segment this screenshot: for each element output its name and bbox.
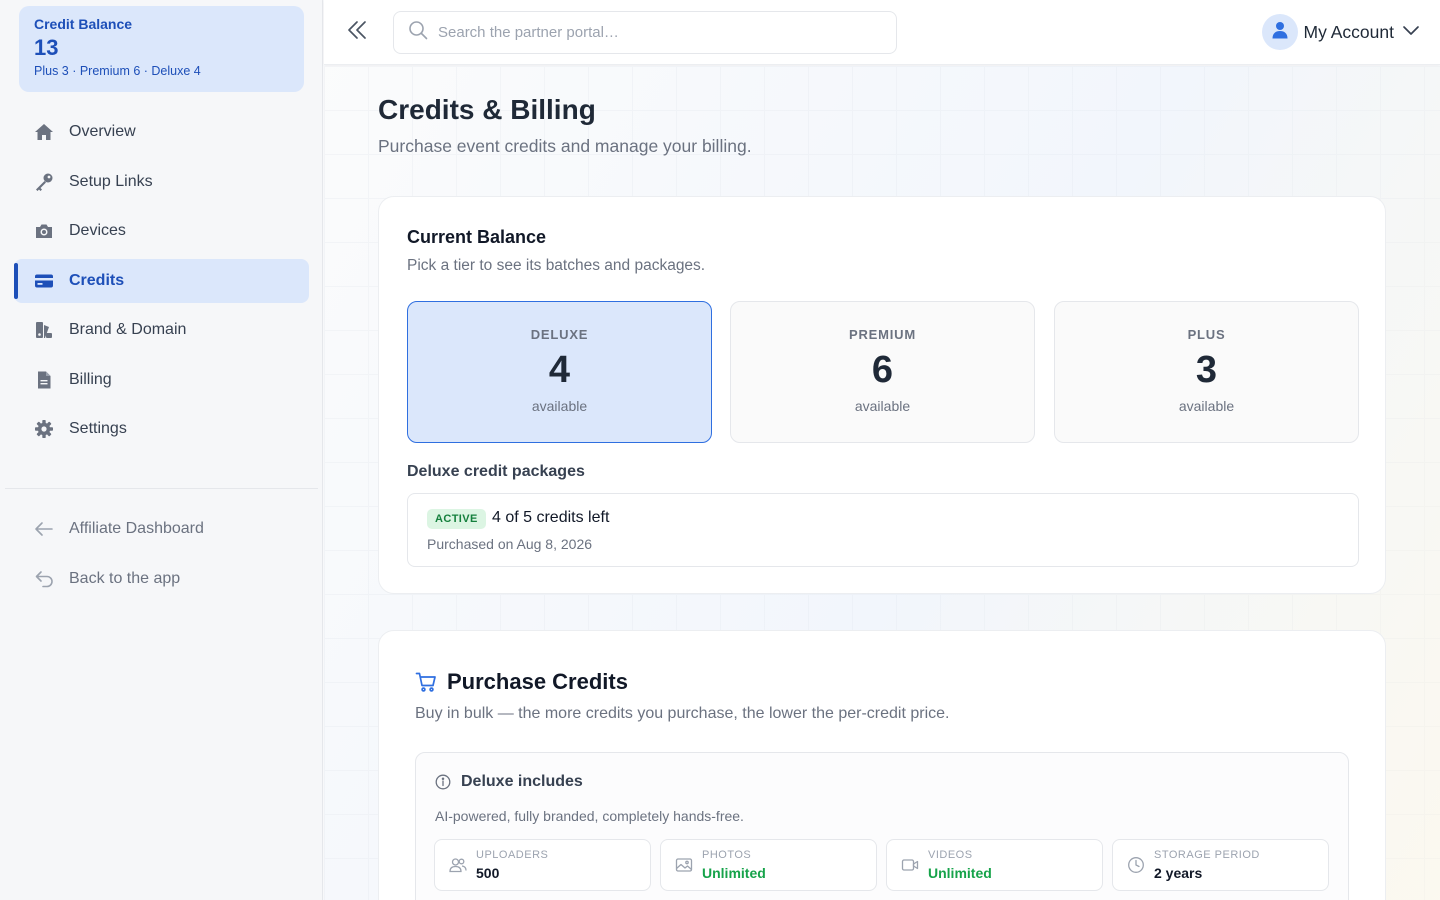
feature-label: UPLOADERS xyxy=(476,849,549,861)
tier-includes-panel: Deluxe includes AI-powered, fully brande… xyxy=(415,752,1349,900)
sidebar-nav: Overview Setup Links Devices Credits Bra… xyxy=(14,110,309,457)
tier-count: 3 xyxy=(1195,349,1218,391)
clock-icon xyxy=(1127,856,1145,874)
account-menu[interactable]: My Account xyxy=(1261,14,1420,50)
arrow-left-icon xyxy=(34,519,54,539)
sidebar: Credit Balance 13 Plus 3 · Premium 6 · D… xyxy=(0,0,323,900)
tier-count: 4 xyxy=(548,349,571,391)
purchase-credits-card: Purchase Credits Buy in bulk — the more … xyxy=(378,630,1386,900)
tier-available-label: available xyxy=(531,398,588,414)
sidebar-item-devices[interactable]: Devices xyxy=(14,209,309,253)
purchase-credits-title-text: Purchase Credits xyxy=(447,669,628,694)
chevrons-left-icon xyxy=(346,19,368,46)
return-icon xyxy=(34,569,54,589)
video-icon xyxy=(901,856,919,874)
feature-storage-period: STORAGE PERIOD 2 years xyxy=(1112,839,1329,891)
feature-value: Unlimited xyxy=(928,865,992,881)
tier-deluxe[interactable]: DELUXE 4 available xyxy=(407,301,712,443)
tier-name: DELUXE xyxy=(530,327,589,342)
packages-title: Deluxe credit packages xyxy=(407,463,585,480)
collapse-sidebar-button[interactable] xyxy=(344,19,370,45)
sidebar-item-brand-domain[interactable]: Brand & Domain xyxy=(14,308,309,352)
sidebar-item-label: Brand & Domain xyxy=(69,321,187,338)
tier-premium[interactable]: PREMIUM 6 available xyxy=(730,301,1035,443)
credit-balance-label: Credit Balance xyxy=(34,16,133,32)
sidebar-item-settings[interactable]: Settings xyxy=(14,407,309,451)
feature-photos: PHOTOS Unlimited xyxy=(660,839,877,891)
tier-name: PLUS xyxy=(1187,327,1226,342)
page-title: Credits & Billing xyxy=(378,94,596,125)
sidebar-item-label: Overview xyxy=(69,123,136,140)
feature-uploaders: UPLOADERS 500 xyxy=(434,839,651,891)
sidebar-item-affiliate-dashboard[interactable]: Affiliate Dashboard xyxy=(14,507,309,551)
sidebar-item-label: Billing xyxy=(69,370,112,388)
current-balance-title: Current Balance xyxy=(407,227,547,247)
feature-label: VIDEOS xyxy=(928,849,973,861)
credit-package-row: ACTIVE 4 of 5 credits left Purchased on … xyxy=(407,493,1359,567)
info-icon xyxy=(435,774,451,790)
credit-card-icon xyxy=(34,271,54,291)
chevron-down-icon xyxy=(1402,21,1420,44)
sidebar-item-label: Setup Links xyxy=(69,172,153,190)
brand-icon xyxy=(34,320,54,340)
image-icon xyxy=(675,856,693,874)
purchase-credits-title: Purchase Credits xyxy=(415,669,628,695)
sidebar-item-credits[interactable]: Credits xyxy=(14,258,309,303)
package-credits-left: 4 of 5 credits left xyxy=(492,509,610,526)
camera-icon xyxy=(34,221,54,241)
feature-label: STORAGE PERIOD xyxy=(1154,849,1260,861)
avatar xyxy=(1261,14,1298,50)
search-box[interactable] xyxy=(393,11,897,54)
package-purchase-date: Purchased on Aug 8, 2026 xyxy=(427,536,593,552)
sidebar-item-billing[interactable]: Billing xyxy=(14,358,309,402)
gear-icon xyxy=(34,419,54,439)
page-subtitle: Purchase event credits and manage your b… xyxy=(378,136,752,156)
includes-description: AI-powered, fully branded, completely ha… xyxy=(435,808,744,824)
purchase-credits-subtitle: Buy in bulk — the more credits you purch… xyxy=(415,705,950,722)
sidebar-divider xyxy=(5,488,318,489)
user-icon xyxy=(1271,21,1289,44)
includes-title-text: Deluxe includes xyxy=(461,773,583,790)
status-badge: ACTIVE xyxy=(427,509,486,529)
sidebar-item-setup-links[interactable]: Setup Links xyxy=(14,160,309,204)
sidebar-item-label: Settings xyxy=(69,420,127,437)
key-icon xyxy=(34,172,54,192)
home-icon xyxy=(34,122,54,142)
includes-title: Deluxe includes xyxy=(435,773,583,791)
current-balance-card: Current Balance Pick a tier to see its b… xyxy=(378,196,1386,594)
tier-available-label: available xyxy=(1178,398,1235,414)
credit-balance-card: Credit Balance 13 Plus 3 · Premium 6 · D… xyxy=(19,6,304,92)
tier-count: 6 xyxy=(871,349,894,391)
document-icon xyxy=(34,370,54,390)
sidebar-item-label: Devices xyxy=(69,222,126,239)
feature-value: Unlimited xyxy=(702,865,766,881)
feature-value: 2 years xyxy=(1154,865,1203,881)
current-balance-subtitle: Pick a tier to see its batches and packa… xyxy=(407,257,706,274)
credit-balance-breakdown: Plus 3 · Premium 6 · Deluxe 4 xyxy=(34,64,201,78)
search-input[interactable] xyxy=(438,24,878,41)
sidebar-secondary-nav: Affiliate Dashboard Back to the app xyxy=(14,507,309,606)
sidebar-item-back-to-app[interactable]: Back to the app xyxy=(14,557,309,601)
sidebar-item-overview[interactable]: Overview xyxy=(14,110,309,154)
sidebar-item-label: Credits xyxy=(69,271,125,289)
sidebar-item-label: Back to the app xyxy=(69,569,181,587)
tier-plus[interactable]: PLUS 3 available xyxy=(1054,301,1359,443)
search-icon xyxy=(408,20,428,45)
account-label: My Account xyxy=(1303,21,1394,42)
feature-value: 500 xyxy=(476,865,500,881)
cart-icon xyxy=(415,671,437,693)
main-content: Credits & Billing Purchase event credits… xyxy=(324,66,1440,900)
top-header: My Account xyxy=(324,0,1440,65)
feature-label: PHOTOS xyxy=(702,849,752,861)
users-icon xyxy=(449,856,467,874)
tier-name: PREMIUM xyxy=(849,327,916,342)
sidebar-item-label: Affiliate Dashboard xyxy=(69,520,204,537)
tier-available-label: available xyxy=(854,398,911,414)
feature-videos: VIDEOS Unlimited xyxy=(886,839,1103,891)
credit-balance-value: 13 xyxy=(34,35,59,60)
